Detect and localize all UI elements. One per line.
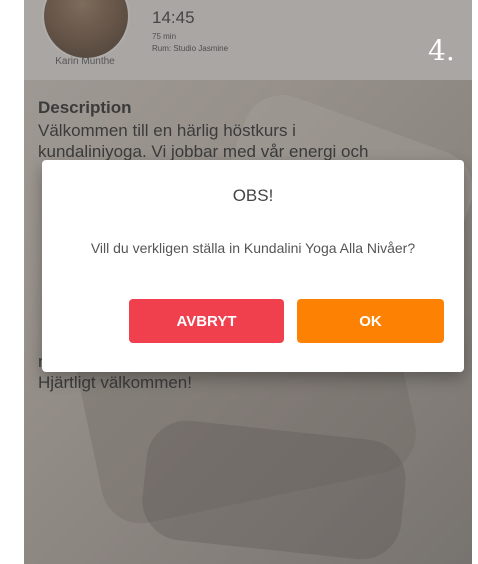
app-screen: Karin Munthe 14:45 75 min Rum: Studio Ja…	[24, 0, 472, 564]
dialog-title: OBS!	[232, 186, 274, 205]
dialog-message: Vill du verkligen ställa in Kundalini Yo…	[90, 240, 416, 256]
step-label: 4.	[428, 34, 455, 67]
confirm-dialog: OBS! Vill du verkligen ställa in Kundali…	[42, 160, 464, 372]
ok-button[interactable]: OK	[297, 299, 444, 343]
cancel-button[interactable]: AVBRYT	[129, 299, 284, 343]
